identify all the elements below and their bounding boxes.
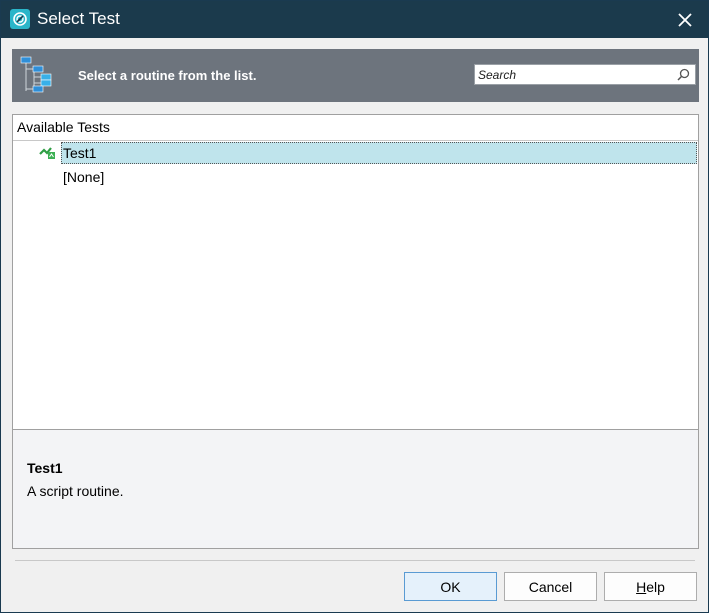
select-test-dialog: Select Test Select a routine from the li… bbox=[0, 0, 709, 613]
title-bar[interactable]: Select Test bbox=[1, 1, 708, 38]
available-tests-list[interactable]: Available Tests Test1 [None] bbox=[12, 114, 699, 430]
list-item-label: [None] bbox=[63, 169, 105, 185]
column-header-available-tests[interactable]: Available Tests bbox=[13, 115, 698, 141]
app-icon bbox=[10, 9, 30, 29]
help-button[interactable]: Help bbox=[604, 572, 697, 601]
header-band: Select a routine from the list. bbox=[12, 49, 699, 102]
description-title: Test1 bbox=[27, 460, 63, 476]
close-button[interactable] bbox=[662, 1, 708, 38]
script-routine-icon bbox=[39, 147, 55, 159]
list-item-label: Test1 bbox=[63, 145, 97, 161]
close-icon[interactable] bbox=[678, 12, 692, 27]
divider bbox=[15, 560, 695, 561]
help-accelerator: H bbox=[636, 578, 647, 595]
help-label-rest: elp bbox=[646, 578, 665, 595]
list-item[interactable]: [None] bbox=[13, 166, 698, 190]
description-panel: Test1 A script routine. bbox=[12, 429, 699, 549]
selection-highlight bbox=[61, 142, 697, 164]
list-item[interactable]: Test1 bbox=[13, 142, 698, 166]
search-input[interactable] bbox=[477, 66, 669, 83]
search-box[interactable] bbox=[474, 64, 696, 85]
search-icon[interactable] bbox=[677, 68, 690, 81]
tree-structure-icon bbox=[20, 56, 52, 93]
cancel-button[interactable]: Cancel bbox=[504, 572, 597, 601]
ok-button[interactable]: OK bbox=[404, 572, 497, 601]
instruction-text: Select a routine from the list. bbox=[78, 68, 257, 83]
description-text: A script routine. bbox=[27, 483, 124, 499]
window-title: Select Test bbox=[37, 9, 120, 28]
